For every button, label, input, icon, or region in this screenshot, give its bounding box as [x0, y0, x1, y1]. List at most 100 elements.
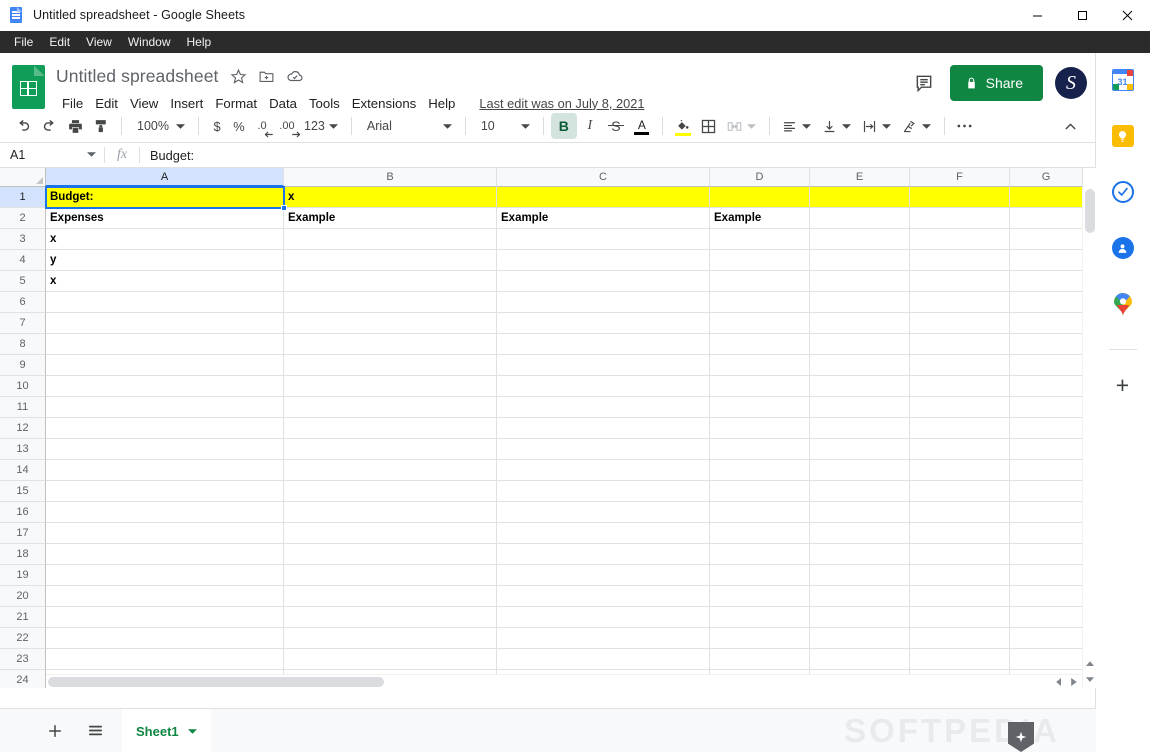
google-keep-icon[interactable] — [1110, 123, 1136, 149]
strikethrough-button[interactable]: S — [603, 113, 629, 139]
cell-E13[interactable] — [810, 439, 910, 460]
row-header-1[interactable]: 1 — [0, 187, 46, 208]
cell-D9[interactable] — [710, 355, 810, 376]
cell-B6[interactable] — [284, 292, 497, 313]
cell-D21[interactable] — [710, 607, 810, 628]
cell-B17[interactable] — [284, 523, 497, 544]
cell-E12[interactable] — [810, 418, 910, 439]
cell-F23[interactable] — [910, 649, 1010, 670]
cell-C7[interactable] — [497, 313, 710, 334]
increase-decimal-button[interactable]: .00 — [274, 113, 301, 139]
vertical-scrollbar[interactable] — [1082, 187, 1096, 688]
cell-F7[interactable] — [910, 313, 1010, 334]
row-header-13[interactable]: 13 — [0, 439, 46, 460]
cell-D4[interactable] — [710, 250, 810, 271]
add-sheet-icon[interactable] — [38, 714, 72, 748]
vertical-align-icon[interactable] — [817, 113, 857, 139]
cell-G11[interactable] — [1010, 397, 1083, 418]
chevron-down-icon[interactable] — [187, 727, 197, 736]
cell-B16[interactable] — [284, 502, 497, 523]
cell-E17[interactable] — [810, 523, 910, 544]
scroll-left-icon[interactable] — [1052, 675, 1066, 688]
minimize-button[interactable] — [1015, 0, 1060, 31]
row-header-8[interactable]: 8 — [0, 334, 46, 355]
cell-A10[interactable] — [46, 376, 284, 397]
cell-D23[interactable] — [710, 649, 810, 670]
cell-C6[interactable] — [497, 292, 710, 313]
cell-B1[interactable]: x — [284, 187, 497, 208]
cell-D19[interactable] — [710, 565, 810, 586]
cell-D22[interactable] — [710, 628, 810, 649]
cloud-status-icon[interactable] — [286, 67, 304, 85]
row-header-14[interactable]: 14 — [0, 460, 46, 481]
app-menu-edit[interactable]: Edit — [41, 32, 78, 52]
app-menu-help[interactable]: Help — [179, 32, 220, 52]
cell-G20[interactable] — [1010, 586, 1083, 607]
cell-E7[interactable] — [810, 313, 910, 334]
cell-E23[interactable] — [810, 649, 910, 670]
cell-D2[interactable]: Example — [710, 208, 810, 229]
cell-C3[interactable] — [497, 229, 710, 250]
cell-E2[interactable] — [810, 208, 910, 229]
cell-A20[interactable] — [46, 586, 284, 607]
cell-F6[interactable] — [910, 292, 1010, 313]
column-header-e[interactable]: E — [810, 168, 910, 187]
cell-D8[interactable] — [710, 334, 810, 355]
google-calendar-icon[interactable]: 31 — [1110, 67, 1136, 93]
cell-G23[interactable] — [1010, 649, 1083, 670]
vertical-scroll-thumb[interactable] — [1085, 189, 1095, 233]
cell-G22[interactable] — [1010, 628, 1083, 649]
cell-E5[interactable] — [810, 271, 910, 292]
cell-F15[interactable] — [910, 481, 1010, 502]
cell-D7[interactable] — [710, 313, 810, 334]
row-header-3[interactable]: 3 — [0, 229, 46, 250]
cell-B21[interactable] — [284, 607, 497, 628]
row-header-2[interactable]: 2 — [0, 208, 46, 229]
cell-B12[interactable] — [284, 418, 497, 439]
cell-A14[interactable] — [46, 460, 284, 481]
print-icon[interactable] — [62, 113, 88, 139]
cell-G12[interactable] — [1010, 418, 1083, 439]
currency-format-button[interactable]: $ — [206, 113, 228, 139]
cell-F17[interactable] — [910, 523, 1010, 544]
cell-G15[interactable] — [1010, 481, 1083, 502]
document-title[interactable]: Untitled spreadsheet — [56, 66, 219, 87]
cell-B13[interactable] — [284, 439, 497, 460]
row-header-11[interactable]: 11 — [0, 397, 46, 418]
collapse-toolbar-icon[interactable] — [1057, 113, 1083, 139]
cell-C20[interactable] — [497, 586, 710, 607]
cell-E6[interactable] — [810, 292, 910, 313]
cell-G21[interactable] — [1010, 607, 1083, 628]
close-button[interactable] — [1105, 0, 1150, 31]
cell-A2[interactable]: Expenses — [46, 208, 284, 229]
cell-D10[interactable] — [710, 376, 810, 397]
cell-B18[interactable] — [284, 544, 497, 565]
cell-D11[interactable] — [710, 397, 810, 418]
cell-G10[interactable] — [1010, 376, 1083, 397]
cell-F3[interactable] — [910, 229, 1010, 250]
paint-format-icon[interactable] — [88, 113, 114, 139]
cell-F11[interactable] — [910, 397, 1010, 418]
cell-C11[interactable] — [497, 397, 710, 418]
row-header-12[interactable]: 12 — [0, 418, 46, 439]
cell-C2[interactable]: Example — [497, 208, 710, 229]
scroll-right-icon[interactable] — [1067, 675, 1081, 688]
cell-A5[interactable]: x — [46, 271, 284, 292]
cell-B8[interactable] — [284, 334, 497, 355]
cell-E10[interactable] — [810, 376, 910, 397]
cell-G13[interactable] — [1010, 439, 1083, 460]
font-size-control[interactable]: 10 — [473, 113, 536, 139]
maximize-button[interactable] — [1060, 0, 1105, 31]
cell-D14[interactable] — [710, 460, 810, 481]
bold-button[interactable]: B — [550, 113, 577, 139]
google-maps-icon[interactable] — [1110, 291, 1136, 317]
row-header-18[interactable]: 18 — [0, 544, 46, 565]
cell-A4[interactable]: y — [46, 250, 284, 271]
more-options-icon[interactable] — [952, 113, 978, 139]
cell-C23[interactable] — [497, 649, 710, 670]
cell-C13[interactable] — [497, 439, 710, 460]
percent-format-button[interactable]: % — [228, 113, 250, 139]
cell-F2[interactable] — [910, 208, 1010, 229]
cell-A1[interactable]: Budget: — [46, 187, 284, 208]
cell-B4[interactable] — [284, 250, 497, 271]
